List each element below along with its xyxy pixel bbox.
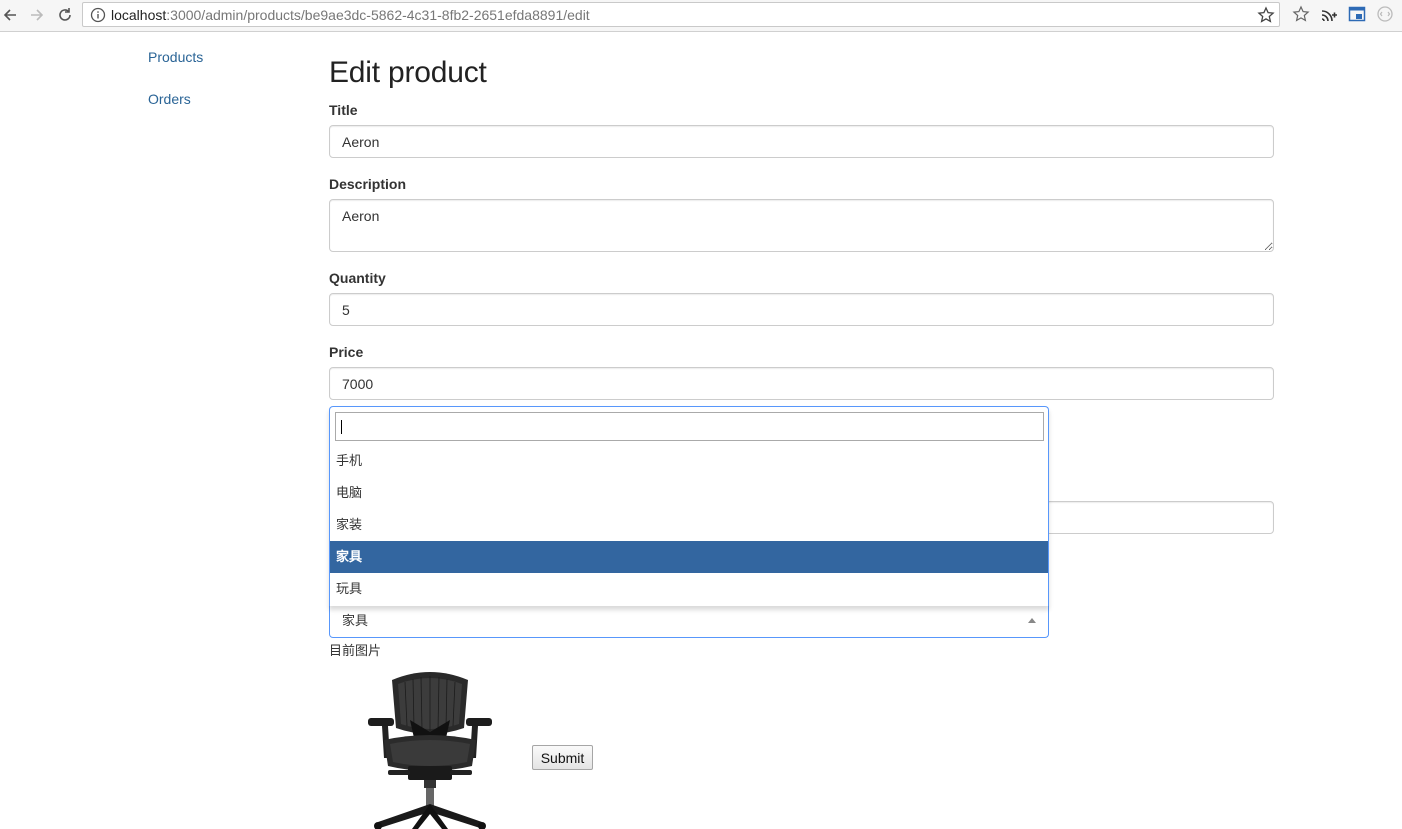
price-label: Price [329, 344, 364, 360]
address-bar[interactable]: localhost:3000/admin/products/be9ae3dc-5… [82, 2, 1280, 27]
category-selected-value: 家具 [342, 613, 369, 628]
category-option[interactable]: 电脑 [330, 477, 1048, 509]
description-textarea[interactable]: Aeron [329, 199, 1274, 252]
category-select[interactable]: 家具 [329, 605, 1049, 638]
category-option[interactable]: 玩具 [330, 573, 1048, 605]
quantity-label: Quantity [329, 270, 386, 286]
description-label: Description [329, 176, 407, 192]
category-option-highlighted[interactable]: 家具 [330, 541, 1048, 573]
page-title: Edit product [329, 56, 487, 89]
bookmark-star-icon[interactable] [1257, 6, 1275, 24]
submit-button[interactable]: Submit [532, 745, 593, 770]
back-icon[interactable] [0, 5, 20, 25]
category-option[interactable]: 手机 [330, 445, 1048, 477]
forward-icon[interactable] [27, 5, 47, 25]
reload-icon[interactable] [55, 5, 75, 25]
window-icon[interactable] [1348, 5, 1366, 23]
title-input[interactable] [329, 125, 1274, 158]
sync-icon[interactable] [1376, 5, 1394, 23]
product-image [368, 672, 492, 829]
browser-toolbar: localhost:3000/admin/products/be9ae3dc-5… [0, 0, 1402, 32]
url-text: localhost:3000/admin/products/be9ae3dc-5… [111, 7, 590, 23]
info-icon[interactable] [90, 7, 106, 23]
quantity-input[interactable] [329, 293, 1274, 326]
text-cursor [341, 420, 342, 434]
category-option[interactable]: 家装 [330, 509, 1048, 541]
cast-icon[interactable] [1320, 5, 1338, 23]
caret-up-icon [1028, 618, 1036, 623]
price-input[interactable] [329, 367, 1274, 400]
category-search-input[interactable] [335, 412, 1044, 441]
category-dropdown: 手机 电脑 家装 家具 玩具 [329, 406, 1049, 606]
extension-star-icon[interactable] [1292, 5, 1310, 23]
title-label: Title [329, 102, 358, 118]
sidebar-item-products[interactable]: Products [148, 49, 203, 65]
current-image-label: 目前图片 [329, 643, 382, 658]
sidebar-item-orders[interactable]: Orders [148, 91, 191, 107]
